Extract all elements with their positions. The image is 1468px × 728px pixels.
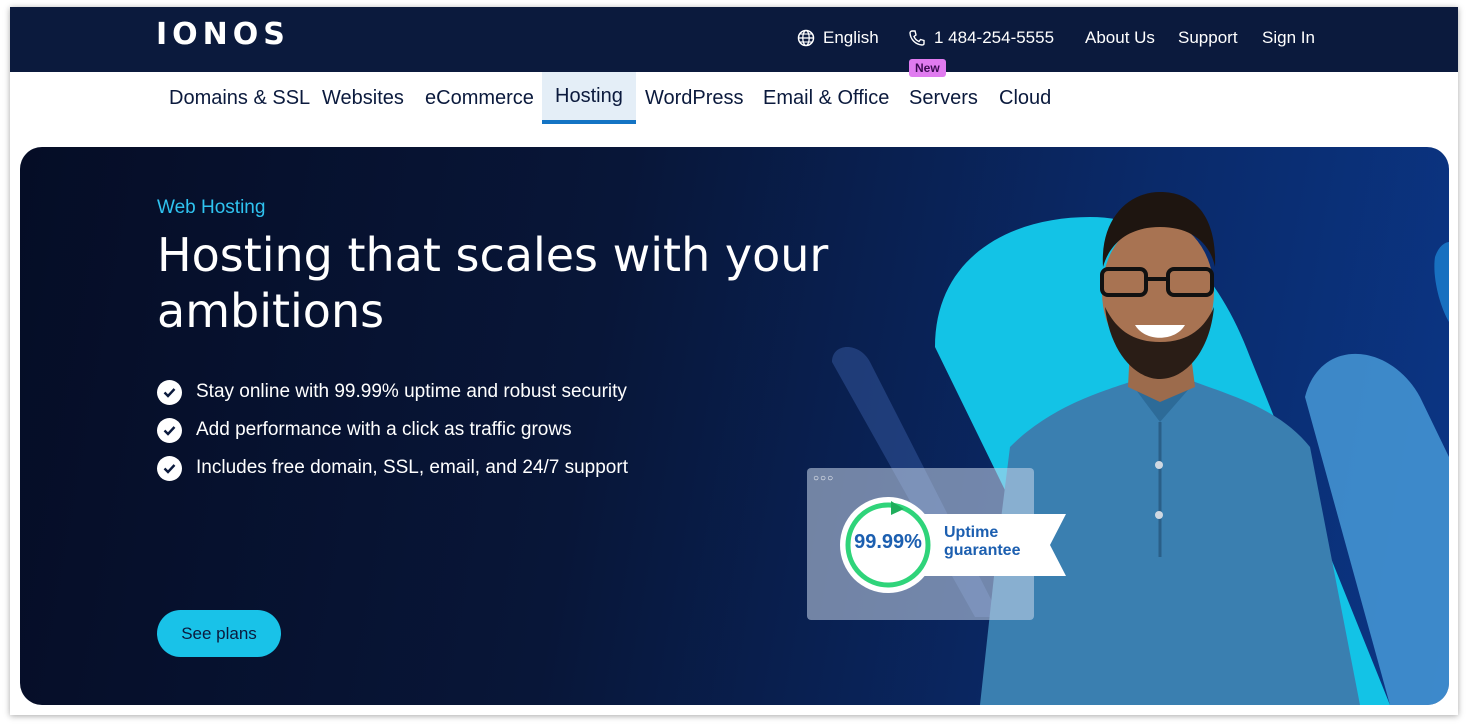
support-link[interactable]: Support	[1178, 28, 1238, 48]
language-selector[interactable]: English	[797, 28, 879, 48]
nav-servers[interactable]: Servers	[896, 72, 991, 124]
nav-cloud[interactable]: Cloud	[986, 72, 1064, 124]
nav-hosting[interactable]: Hosting	[542, 72, 636, 124]
main-nav: Domains & SSL Websites eCommerce Hosting…	[10, 72, 1458, 134]
uptime-label-line-1: Uptime	[944, 524, 999, 541]
phone-number: 1 484-254-5555	[934, 28, 1055, 47]
hero-headline: Hosting that scales with your ambitions	[157, 228, 829, 338]
nav-wordpress[interactable]: WordPress	[632, 72, 757, 124]
check-circle-icon	[157, 455, 182, 481]
hero-feature-list: Stay online with 99.99% uptime and robus…	[157, 373, 628, 487]
feature-text: Add performance with a click as traffic …	[196, 419, 572, 440]
language-label: English	[823, 28, 879, 47]
feature-item: Includes free domain, SSL, email, and 24…	[157, 449, 628, 487]
see-plans-button[interactable]: See plans	[157, 610, 281, 657]
uptime-label-line-2: guarantee	[944, 542, 1021, 559]
hero-eyebrow: Web Hosting	[157, 197, 266, 218]
sign-in-link[interactable]: Sign In	[1262, 28, 1315, 48]
phone-icon	[908, 29, 926, 47]
nav-email-office[interactable]: Email & Office	[750, 72, 902, 124]
top-bar: IONOS English 1 484-254-5555 About Us Su…	[10, 7, 1458, 72]
check-circle-icon	[157, 417, 182, 443]
about-us-link[interactable]: About Us	[1085, 28, 1155, 48]
nav-domains-ssl[interactable]: Domains & SSL	[156, 72, 323, 124]
browser-page: IONOS English 1 484-254-5555 About Us Su…	[10, 7, 1458, 715]
new-badge: New	[909, 59, 946, 77]
uptime-value: 99.99%	[854, 531, 922, 553]
uptime-guarantee-label: Uptime guarantee	[944, 524, 1054, 560]
window-dots-icon: ○○○	[813, 473, 835, 484]
feature-item: Stay online with 99.99% uptime and robus…	[157, 373, 628, 411]
top-links: English 1 484-254-5555 About Us Support …	[10, 7, 1458, 72]
feature-item: Add performance with a click as traffic …	[157, 411, 628, 449]
nav-websites[interactable]: Websites	[309, 72, 417, 124]
hero-banner: Web Hosting Hosting that scales with you…	[20, 147, 1449, 705]
globe-icon	[797, 29, 815, 47]
feature-text: Stay online with 99.99% uptime and robus…	[196, 381, 627, 402]
nav-ecommerce[interactable]: eCommerce	[412, 72, 547, 124]
phone-link[interactable]: 1 484-254-5555	[908, 28, 1054, 48]
check-circle-icon	[157, 379, 182, 405]
feature-text: Includes free domain, SSL, email, and 24…	[196, 457, 628, 478]
